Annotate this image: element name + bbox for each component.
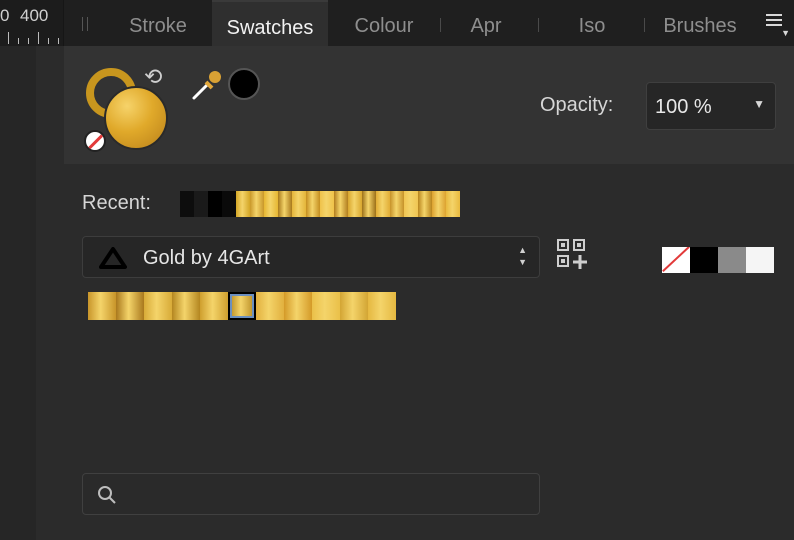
- tab-brushes[interactable]: Brushes: [650, 0, 750, 46]
- swatch-search-box[interactable]: [82, 473, 540, 515]
- recent-swatch[interactable]: [180, 191, 194, 217]
- tab-iso[interactable]: Iso: [554, 0, 630, 46]
- ruler-label-zero: 0: [0, 6, 10, 25]
- recent-swatch[interactable]: [320, 191, 334, 217]
- palette-swatch[interactable]: [256, 292, 284, 320]
- ruler-tick: [38, 32, 39, 44]
- search-input[interactable]: [127, 482, 527, 508]
- recent-swatch[interactable]: [362, 191, 376, 217]
- chevron-down-icon: ▼: [753, 97, 765, 111]
- opacity-dropdown[interactable]: 100 % ▼: [646, 82, 776, 130]
- fill-colour-well[interactable]: [104, 86, 168, 150]
- palette-swatch[interactable]: [284, 292, 312, 320]
- system-swatches: [662, 247, 774, 273]
- add-swatch-grid-icon[interactable]: [556, 238, 590, 272]
- ruler-label-400: 400: [20, 6, 49, 25]
- recent-swatch[interactable]: [446, 191, 460, 217]
- tab-separator: [538, 18, 539, 32]
- recent-swatch[interactable]: [236, 191, 250, 217]
- recent-swatch[interactable]: [432, 191, 446, 217]
- palette-swatch[interactable]: [228, 292, 256, 320]
- affinity-logo-icon: [99, 247, 127, 269]
- picker-colour-swatch[interactable]: [228, 68, 260, 100]
- recent-swatch[interactable]: [334, 191, 348, 217]
- palette-dropdown[interactable]: Gold by 4GArt ▲ ▼: [82, 236, 540, 278]
- recent-swatches: [180, 191, 460, 217]
- system-swatch[interactable]: [690, 247, 718, 273]
- palette-swatches: [88, 292, 396, 320]
- ruler-tick: [18, 38, 19, 44]
- recent-swatch[interactable]: [208, 191, 222, 217]
- ruler: 0 400: [0, 0, 64, 46]
- recent-swatch[interactable]: [390, 191, 404, 217]
- palette-swatch[interactable]: [172, 292, 200, 320]
- recent-label: Recent:: [82, 192, 151, 214]
- eyedropper-icon[interactable]: [190, 68, 224, 102]
- hamburger-menu-icon[interactable]: ▼: [766, 14, 790, 38]
- tab-stroke[interactable]: Stroke: [108, 0, 208, 46]
- colour-header: ⟲ Opacity: 100 % ▼: [64, 46, 794, 164]
- palette-name: Gold by 4GArt: [143, 247, 270, 269]
- palette-swatch[interactable]: [340, 292, 368, 320]
- ruler-tick: [48, 38, 49, 44]
- recent-swatch[interactable]: [306, 191, 320, 217]
- no-fill-icon[interactable]: [84, 130, 106, 152]
- system-swatch[interactable]: [718, 247, 746, 273]
- palette-swatch[interactable]: [368, 292, 396, 320]
- tab-apr[interactable]: Apr: [450, 0, 522, 46]
- recent-swatch[interactable]: [264, 191, 278, 217]
- recent-swatch[interactable]: [250, 191, 264, 217]
- recent-swatch[interactable]: [194, 191, 208, 217]
- palette-swatch[interactable]: [116, 292, 144, 320]
- opacity-label: Opacity:: [540, 94, 614, 116]
- recent-swatch[interactable]: [404, 191, 418, 217]
- no-colour-swatch[interactable]: [662, 247, 690, 273]
- panel-grip-handle[interactable]: [82, 17, 88, 31]
- tab-separator: [440, 18, 441, 32]
- left-toolbar-strip: [0, 0, 36, 540]
- palette-stepper-icon: ▲ ▼: [518, 245, 527, 267]
- recent-swatch[interactable]: [418, 191, 432, 217]
- tab-separator: [644, 18, 645, 32]
- palette-swatch[interactable]: [144, 292, 172, 320]
- ruler-tick: [28, 38, 29, 44]
- ruler-tick: [8, 32, 9, 44]
- recent-swatch[interactable]: [278, 191, 292, 217]
- tab-colour[interactable]: Colour: [338, 0, 430, 46]
- search-icon: [98, 486, 116, 504]
- recent-swatch[interactable]: [292, 191, 306, 217]
- palette-swatch[interactable]: [312, 292, 340, 320]
- system-swatch[interactable]: [746, 247, 774, 273]
- ruler-tick: [58, 38, 59, 44]
- tab-swatches[interactable]: Swatches: [212, 0, 328, 46]
- swap-colours-icon[interactable]: ⟲: [144, 64, 162, 90]
- recent-swatch[interactable]: [222, 191, 236, 217]
- opacity-value: 100 %: [655, 96, 712, 118]
- panel-tab-bar: Stroke Swatches Colour Apr Iso Brushes ▼: [64, 0, 794, 46]
- palette-swatch[interactable]: [88, 292, 116, 320]
- recent-swatch[interactable]: [376, 191, 390, 217]
- recent-swatch[interactable]: [348, 191, 362, 217]
- palette-swatch[interactable]: [200, 292, 228, 320]
